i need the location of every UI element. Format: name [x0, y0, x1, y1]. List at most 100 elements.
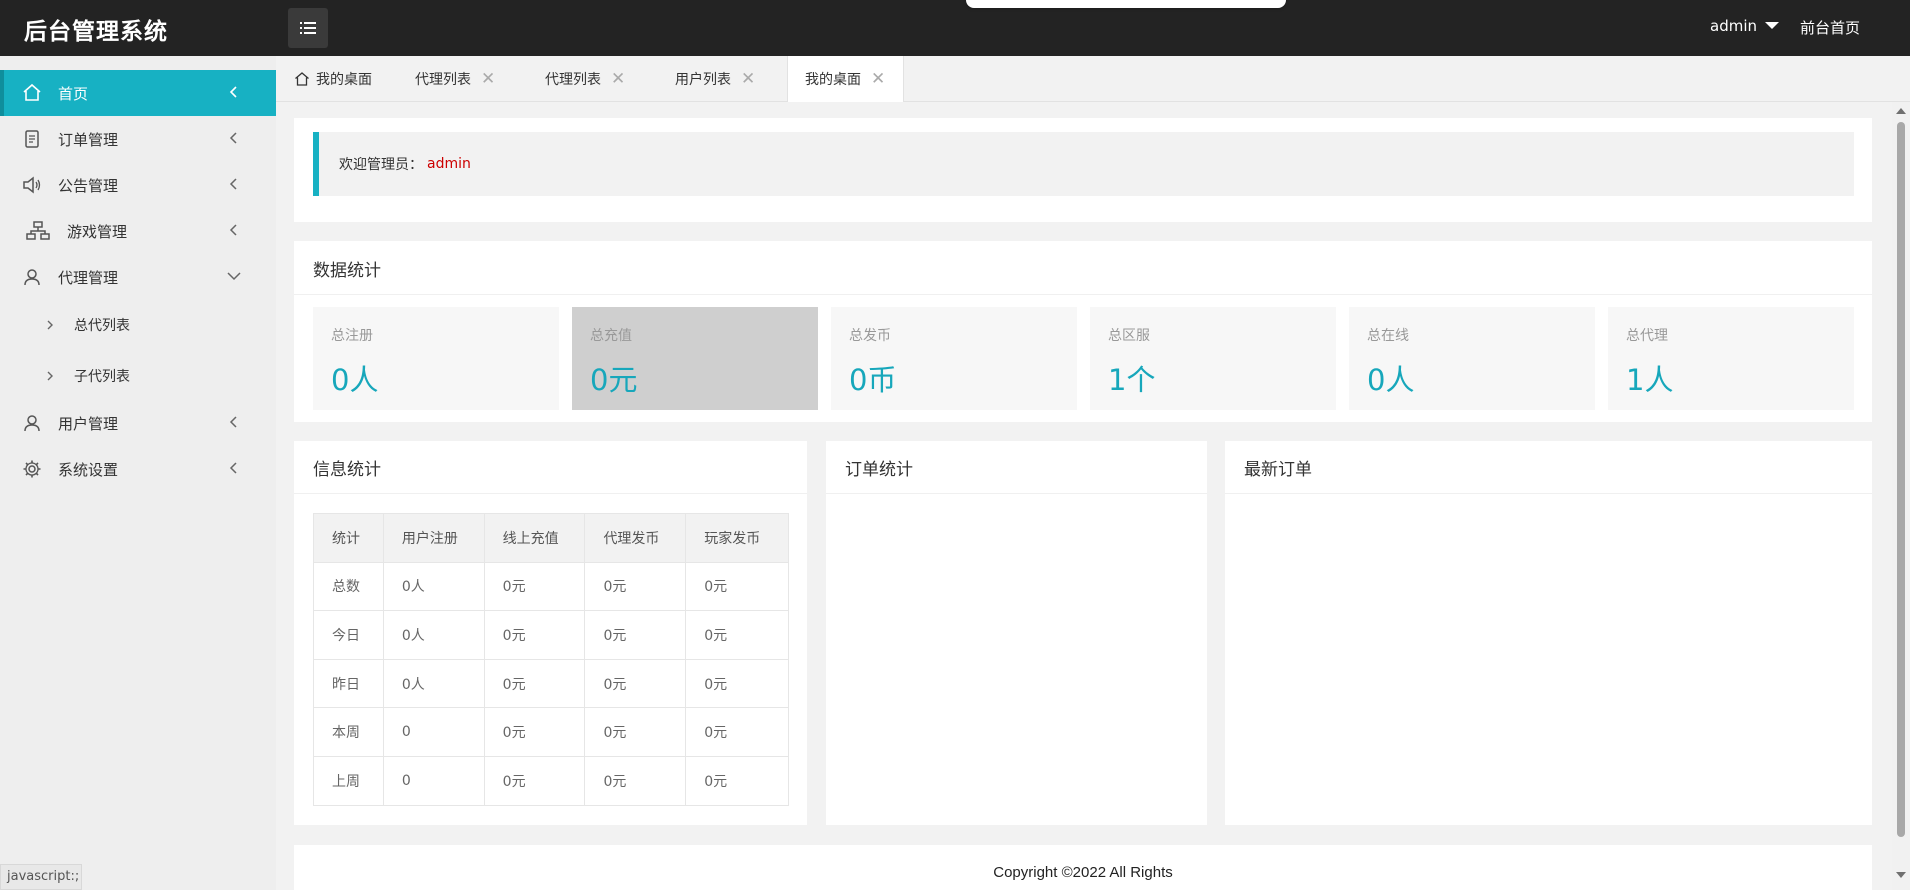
- sidebar-item-label: 公告管理: [58, 176, 119, 195]
- table-cell: 0元: [483, 755, 586, 806]
- close-icon[interactable]: ✕: [871, 69, 885, 89]
- info-stats-table: 统计 用户注册 线上充值 代理发币 玩家发币 总数 0人 0元 0元 0元 今日…: [313, 513, 789, 806]
- stat-label: 总注册: [331, 328, 373, 344]
- table-cell: 0人: [382, 658, 485, 709]
- tab-label: 代理列表: [415, 72, 471, 88]
- tab-agent-list-2[interactable]: 代理列表 ✕: [545, 56, 625, 102]
- app-title: 后台管理系统: [24, 19, 168, 45]
- sidebar-subitem-sub-agents[interactable]: 子代列表: [0, 353, 276, 399]
- table-cell: 0元: [584, 707, 687, 757]
- table-cell: 0元: [584, 755, 687, 806]
- table-cell: 0人: [382, 610, 485, 660]
- sidebar: 首页 订单管理 公告管理 游戏管理 代理管理 总代列表 子代列表 用户管理 系统…: [0, 56, 276, 890]
- sidebar-item-agents[interactable]: 代理管理: [0, 254, 276, 300]
- close-icon[interactable]: ✕: [611, 69, 625, 89]
- divider: [294, 493, 807, 494]
- user-icon: [24, 269, 40, 286]
- table-cell: 0: [382, 707, 485, 757]
- stat-value: 0人: [331, 363, 379, 397]
- column-header: 用户注册: [382, 513, 485, 563]
- order-stats-card: 订单统计: [826, 441, 1207, 825]
- stat-value: 0币: [849, 363, 897, 397]
- welcome-message: 欢迎管理员： admin: [313, 132, 1854, 196]
- table-cell: 0元: [483, 707, 586, 757]
- column-header: 玩家发币: [685, 513, 789, 563]
- chevron-right-icon: [47, 320, 53, 330]
- scrollbar-thumb[interactable]: [1897, 122, 1905, 837]
- stat-label: 总在线: [1367, 328, 1409, 344]
- column-header: 代理发币: [584, 513, 687, 563]
- stat-label: 总代理: [1626, 328, 1668, 344]
- stat-value: 1人: [1626, 363, 1674, 397]
- stat-total-recharge[interactable]: 总充值 0元: [572, 307, 818, 410]
- gear-icon: [23, 460, 41, 478]
- frontend-home-link[interactable]: 前台首页: [1800, 17, 1860, 38]
- chevron-left-icon: [229, 178, 237, 190]
- column-header: 线上充值: [483, 513, 586, 563]
- table-cell: 0元: [685, 561, 789, 612]
- sidebar-item-announcements[interactable]: 公告管理: [0, 162, 276, 208]
- tab-bar: 我的桌面 代理列表 ✕ 代理列表 ✕ 用户列表 ✕ 我的桌面 ✕: [276, 56, 1910, 102]
- tab-user-list[interactable]: 用户列表 ✕: [675, 56, 755, 102]
- list-icon: [300, 22, 316, 34]
- sidebar-item-settings[interactable]: 系统设置: [0, 446, 276, 492]
- latest-orders-card: 最新订单: [1225, 441, 1872, 825]
- sidebar-item-label: 系统设置: [58, 460, 119, 479]
- sidebar-item-home[interactable]: 首页: [0, 70, 276, 116]
- stat-total-online[interactable]: 总在线 0人: [1349, 307, 1595, 410]
- tab-agent-list-1[interactable]: 代理列表 ✕: [415, 56, 495, 102]
- chevron-down-icon: [227, 272, 241, 281]
- footer: Copyright ©2022 All Rights: [294, 845, 1872, 890]
- home-icon: [295, 72, 309, 86]
- table-cell: 0元: [685, 707, 789, 757]
- scroll-down-arrow-icon[interactable]: [1896, 872, 1906, 878]
- user-icon: [24, 415, 40, 432]
- table-cell: 上周: [313, 755, 384, 806]
- table-cell: 0元: [685, 755, 789, 806]
- scroll-up-arrow-icon[interactable]: [1896, 108, 1906, 114]
- sitemap-icon: [26, 221, 50, 240]
- chevron-left-icon: [229, 132, 237, 144]
- sidebar-item-users[interactable]: 用户管理: [0, 400, 276, 446]
- stat-total-servers[interactable]: 总区服 1个: [1090, 307, 1336, 410]
- vertical-scrollbar[interactable]: [1892, 102, 1910, 890]
- top-header: 后台管理系统 admin 前台首页: [0, 0, 1910, 56]
- close-icon[interactable]: ✕: [481, 69, 495, 89]
- table-cell: 本周: [313, 707, 384, 757]
- chevron-right-icon: [47, 371, 53, 381]
- sidebar-item-label: 首页: [58, 84, 89, 103]
- table-cell: 0: [382, 755, 485, 806]
- table-row: 上周 0 0元 0元 0元: [313, 755, 789, 806]
- table-cell: 0元: [584, 658, 687, 709]
- table-cell: 0元: [685, 658, 789, 709]
- chevron-left-icon: [229, 462, 237, 474]
- home-icon: [23, 83, 41, 101]
- tab-desktop-home[interactable]: 我的桌面: [294, 56, 372, 102]
- speaker-icon: [23, 176, 41, 194]
- sidebar-item-orders[interactable]: 订单管理: [0, 116, 276, 162]
- table-row: 今日 0人 0元 0元 0元: [313, 610, 789, 660]
- stat-total-registrations[interactable]: 总注册 0人: [313, 307, 559, 410]
- tab-desktop-active[interactable]: 我的桌面 ✕: [787, 56, 905, 102]
- welcome-admin-name: admin: [427, 156, 471, 172]
- stat-total-agents[interactable]: 总代理 1人: [1608, 307, 1854, 410]
- close-icon[interactable]: ✕: [741, 69, 755, 89]
- table-cell: 0元: [483, 610, 586, 660]
- chevron-left-icon: [229, 86, 237, 98]
- table-cell: 总数: [313, 561, 384, 612]
- menu-toggle-button[interactable]: [288, 8, 328, 48]
- stat-total-coins[interactable]: 总发币 0币: [831, 307, 1077, 410]
- sidebar-subitem-top-agents[interactable]: 总代列表: [0, 302, 276, 348]
- card-title: 最新订单: [1244, 460, 1312, 480]
- table-cell: 0元: [584, 561, 687, 612]
- card-title: 信息统计: [313, 460, 381, 480]
- chevron-left-icon: [229, 224, 237, 236]
- username: admin: [1710, 17, 1757, 35]
- sidebar-item-games[interactable]: 游戏管理: [0, 208, 276, 254]
- stat-label: 总发币: [849, 328, 891, 344]
- tab-label: 代理列表: [545, 72, 601, 88]
- user-menu[interactable]: admin: [1710, 17, 1779, 35]
- divider: [294, 294, 1872, 295]
- table-row: 总数 0人 0元 0元 0元: [313, 561, 789, 612]
- welcome-prefix: 欢迎管理员：: [339, 157, 423, 173]
